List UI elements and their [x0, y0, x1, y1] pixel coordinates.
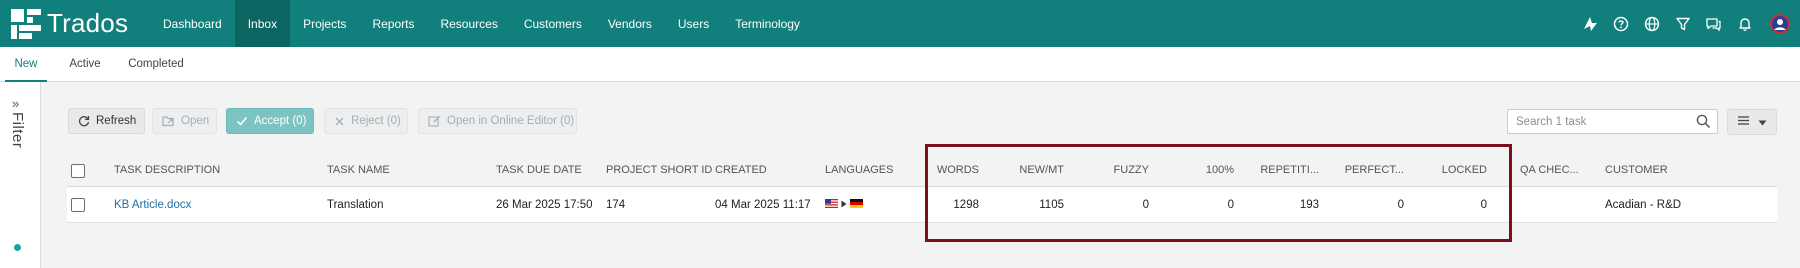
- help-icon[interactable]: [1605, 0, 1636, 47]
- column-fuzzy[interactable]: FUZZY: [1077, 154, 1149, 187]
- due-date-cell: 26 Mar 2025 17:50: [496, 199, 593, 211]
- column-new-mt[interactable]: NEW/MT: [992, 154, 1064, 187]
- filter-active-indicator: [14, 244, 21, 251]
- chevron-down-icon: [1758, 115, 1767, 129]
- fuzzy-cell: 0: [1142, 199, 1149, 211]
- task-table: TASK DESCRIPTION TASK NAME TASK DUE DATE…: [67, 154, 1777, 223]
- us-flag-icon: [825, 187, 838, 223]
- nav-vendors[interactable]: Vendors: [595, 0, 665, 47]
- search-icon[interactable]: [1696, 114, 1711, 132]
- column-locked[interactable]: LOCKED: [1417, 154, 1487, 187]
- table-header: TASK DESCRIPTION TASK NAME TASK DUE DATE…: [67, 154, 1777, 187]
- column-task-description[interactable]: TASK DESCRIPTION: [114, 154, 220, 187]
- edit-icon: [428, 115, 441, 127]
- nav-inbox[interactable]: Inbox: [234, 0, 291, 47]
- notification-icon[interactable]: [1729, 0, 1760, 47]
- filter-label[interactable]: Filter: [9, 112, 26, 148]
- header-actions: [1574, 0, 1800, 47]
- reject-button[interactable]: Reject (0): [324, 108, 408, 134]
- trados-logo-icon: [11, 8, 41, 39]
- perfect-match-cell: 0: [1397, 199, 1404, 211]
- main-nav: Dashboard Inbox Projects Reports Resourc…: [150, 0, 813, 47]
- select-all-checkbox[interactable]: [71, 164, 85, 178]
- expand-filter-icon[interactable]: »: [12, 96, 19, 111]
- accept-button[interactable]: Accept (0): [226, 108, 314, 134]
- locked-cell: 0: [1480, 199, 1487, 211]
- list-view-icon: [1737, 115, 1750, 129]
- refresh-icon: [78, 115, 90, 127]
- refresh-label: Refresh: [96, 115, 137, 127]
- check-icon: [236, 115, 248, 127]
- chat-icon[interactable]: [1698, 0, 1729, 47]
- nav-dashboard[interactable]: Dashboard: [150, 0, 235, 47]
- open-in-online-editor-label: Open in Online Editor (0): [447, 115, 575, 127]
- nav-customers[interactable]: Customers: [511, 0, 595, 47]
- words-cell: 1298: [953, 199, 979, 211]
- tab-completed[interactable]: Completed: [122, 47, 190, 82]
- column-customer[interactable]: CUSTOMER: [1605, 154, 1668, 187]
- languages-cell: [825, 187, 863, 223]
- globe-icon[interactable]: [1636, 0, 1667, 47]
- repetitions-cell: 193: [1299, 199, 1319, 211]
- task-name-cell: Translation: [327, 199, 384, 211]
- open-button[interactable]: Open: [152, 108, 217, 134]
- column-repetitions[interactable]: REPETITI...: [1247, 154, 1319, 187]
- column-words[interactable]: WORDS: [927, 154, 979, 187]
- column-task-due-date[interactable]: TASK DUE DATE: [496, 154, 582, 187]
- run-icon[interactable]: [1574, 0, 1605, 47]
- column-task-name[interactable]: TASK NAME: [327, 154, 390, 187]
- open-icon: [162, 115, 175, 127]
- row-checkbox[interactable]: [71, 198, 85, 212]
- created-cell: 04 Mar 2025 11:17: [715, 199, 811, 211]
- column-created[interactable]: CREATED: [715, 154, 767, 187]
- trados-logo[interactable]: Trados: [0, 0, 150, 47]
- column-100-percent[interactable]: 100%: [1162, 154, 1234, 187]
- nav-projects[interactable]: Projects: [290, 0, 359, 47]
- task-search-box: [1507, 109, 1718, 134]
- close-icon: [334, 116, 345, 127]
- refresh-button[interactable]: Refresh: [68, 108, 145, 134]
- task-search-input[interactable]: [1508, 115, 1688, 128]
- new-mt-cell: 1105: [1039, 199, 1064, 211]
- nav-terminology[interactable]: Terminology: [722, 0, 813, 47]
- view-options-button[interactable]: [1727, 109, 1777, 135]
- nav-resources[interactable]: Resources: [427, 0, 510, 47]
- arrow-right-icon: [841, 187, 847, 223]
- column-project-short-id[interactable]: PROJECT SHORT ID: [606, 154, 712, 187]
- filter-panel: » Filter: [0, 82, 41, 268]
- open-in-online-editor-button[interactable]: Open in Online Editor (0): [418, 108, 577, 134]
- column-languages[interactable]: LANGUAGES: [825, 154, 893, 187]
- app-name: Trados: [47, 8, 129, 38]
- nav-users[interactable]: Users: [665, 0, 722, 47]
- accept-label: Accept (0): [254, 115, 307, 127]
- column-perfect-match[interactable]: PERFECT...: [1332, 154, 1404, 187]
- project-short-id-cell: 174: [606, 199, 626, 211]
- task-description-link[interactable]: KB Article.docx: [114, 187, 191, 223]
- nav-reports[interactable]: Reports: [359, 0, 427, 47]
- german-flag-icon: [850, 187, 863, 223]
- table-row[interactable]: KB Article.docx Translation 26 Mar 2025 …: [67, 187, 1777, 223]
- column-qa-checks[interactable]: QA CHEC...: [1520, 154, 1579, 187]
- reject-label: Reject (0): [351, 115, 401, 127]
- filter-icon[interactable]: [1667, 0, 1698, 47]
- open-label: Open: [181, 115, 210, 127]
- exact-100-cell: 0: [1227, 199, 1234, 211]
- user-avatar[interactable]: [1760, 0, 1800, 47]
- inbox-tabs: New Active Completed: [0, 47, 1800, 82]
- customer-cell: Acadian - R&D: [1605, 199, 1682, 211]
- tab-new[interactable]: New: [5, 47, 47, 82]
- top-navigation-bar: Trados Dashboard Inbox Projects Reports …: [0, 0, 1800, 47]
- tab-active[interactable]: Active: [62, 47, 108, 82]
